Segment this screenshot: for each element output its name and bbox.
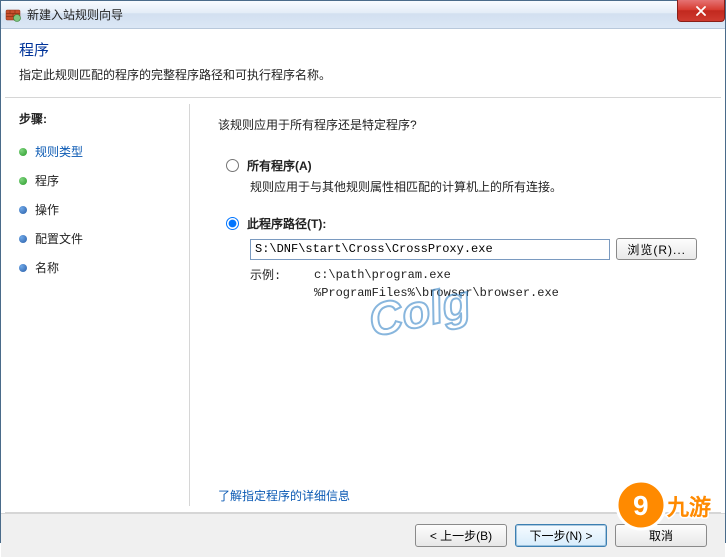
steps-list: 规则类型 程序 操作 配置文件 名称 (19, 137, 179, 282)
step-label: 名称 (35, 259, 59, 276)
browse-button[interactable]: 浏览(R)... (616, 238, 697, 260)
next-button[interactable]: 下一步(N) > (515, 524, 607, 547)
program-path-input[interactable] (250, 239, 610, 260)
step-name[interactable]: 名称 (19, 253, 179, 282)
steps-heading: 步骤: (19, 110, 179, 127)
option-program-path[interactable]: 此程序路径(T): (226, 215, 697, 232)
wizard-window: 新建入站规则向导 程序 指定此规则匹配的程序的完整程序路径和可执行程序名称。 步… (0, 0, 726, 543)
wizard-header: 程序 指定此规则匹配的程序的完整程序路径和可执行程序名称。 (1, 29, 725, 97)
step-label: 配置文件 (35, 230, 83, 247)
step-rule-type[interactable]: 规则类型 (19, 137, 179, 166)
path-input-row: 浏览(R)... (250, 238, 697, 260)
content-panel: 该规则应用于所有程序还是特定程序? 所有程序(A) 规则应用于与其他规则属性相匹… (190, 98, 725, 512)
radio-label: 此程序路径(T): (247, 215, 326, 232)
firewall-icon (5, 7, 21, 23)
step-program[interactable]: 程序 (19, 166, 179, 195)
step-label: 规则类型 (35, 143, 83, 160)
close-button[interactable] (677, 0, 725, 22)
bullet-icon (19, 177, 27, 185)
example-row: 示例: c:\path\program.exe %ProgramFiles%\b… (250, 266, 697, 302)
window-title: 新建入站规则向导 (27, 6, 123, 23)
example-label: 示例: (250, 266, 314, 302)
step-profile[interactable]: 配置文件 (19, 224, 179, 253)
window-controls (677, 0, 725, 22)
option-all-desc: 规则应用于与其他规则属性相匹配的计算机上的所有连接。 (250, 178, 697, 195)
radio-program-path[interactable] (226, 217, 239, 230)
question-text: 该规则应用于所有程序还是特定程序? (218, 116, 697, 133)
step-label: 程序 (35, 172, 59, 189)
back-button[interactable]: < 上一步(B) (415, 524, 507, 547)
steps-sidebar: 步骤: 规则类型 程序 操作 配置文件 (1, 98, 189, 512)
step-action[interactable]: 操作 (19, 195, 179, 224)
radio-label: 所有程序(A) (247, 157, 312, 174)
option-all-programs[interactable]: 所有程序(A) (226, 157, 697, 174)
title-bar: 新建入站规则向导 (1, 1, 725, 29)
example-paths: c:\path\program.exe %ProgramFiles%\brows… (314, 266, 559, 302)
bullet-icon (19, 264, 27, 272)
wizard-footer: < 上一步(B) 下一步(N) > 取消 (1, 513, 725, 557)
radio-all-programs[interactable] (226, 159, 239, 172)
page-title: 程序 (19, 39, 707, 60)
step-label: 操作 (35, 201, 59, 218)
page-description: 指定此规则匹配的程序的完整程序路径和可执行程序名称。 (19, 66, 707, 83)
program-scope-group: 所有程序(A) 规则应用于与其他规则属性相匹配的计算机上的所有连接。 此程序路径… (226, 157, 697, 302)
bullet-icon (19, 148, 27, 156)
cancel-button[interactable]: 取消 (615, 524, 707, 547)
bullet-icon (19, 206, 27, 214)
wizard-body: 步骤: 规则类型 程序 操作 配置文件 (1, 98, 725, 512)
learn-more-link[interactable]: 了解指定程序的详细信息 (218, 487, 350, 504)
bullet-icon (19, 235, 27, 243)
